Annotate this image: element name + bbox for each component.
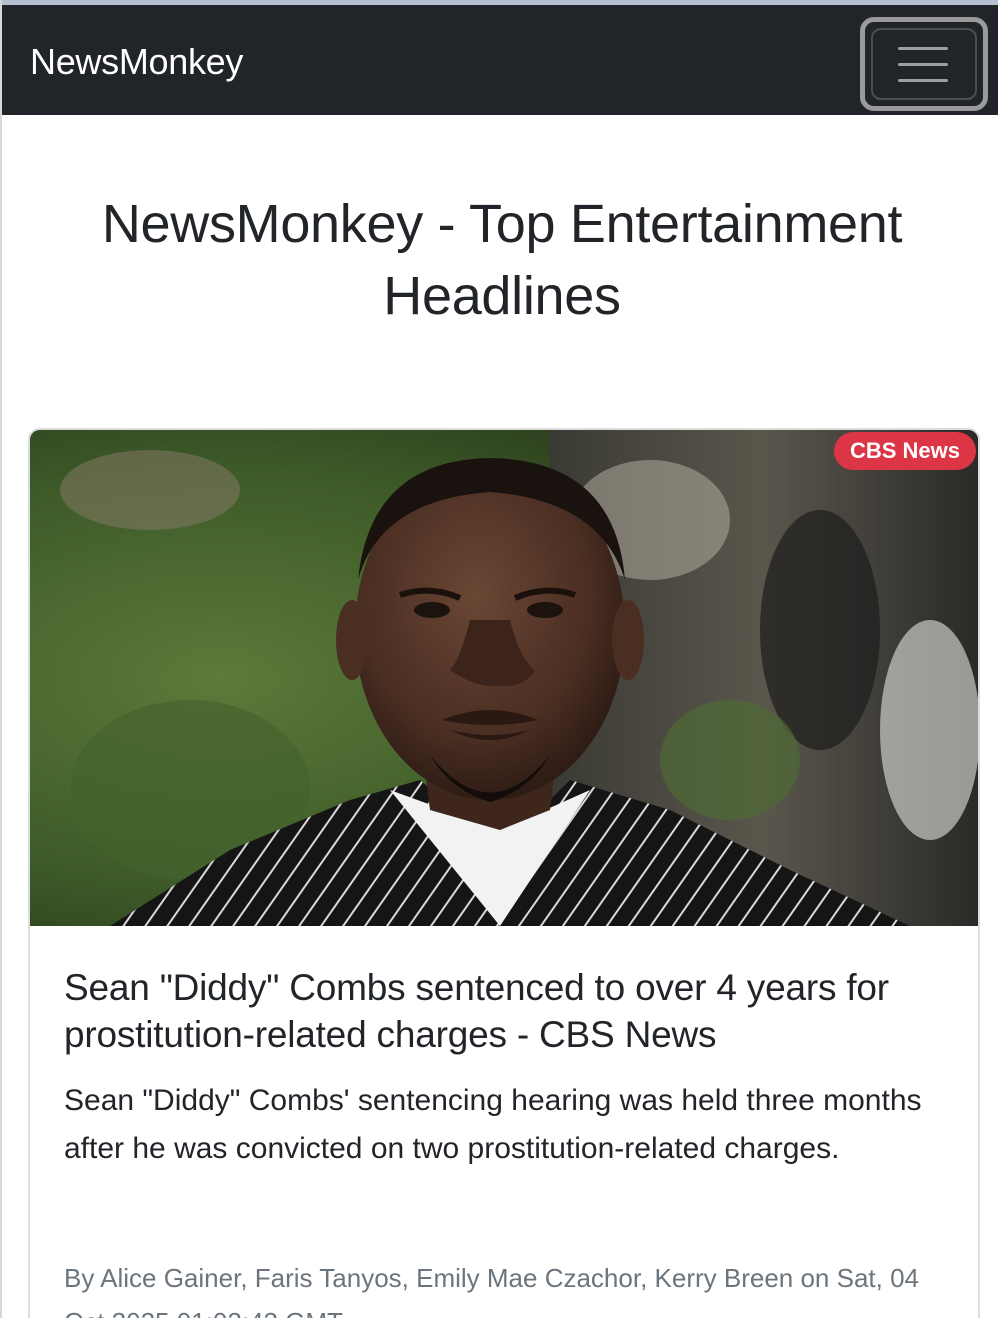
news-card-description: Sean "Diddy" Combs' sentencing hearing w…: [64, 1084, 922, 1165]
portrait-photo: [30, 430, 978, 926]
news-card[interactable]: CBS News Sean "Diddy" Combs sentenced to…: [28, 428, 980, 1318]
source-badge: CBS News: [833, 432, 976, 470]
news-card-meta: By Alice Gainer, Faris Tanyos, Emily Mae…: [64, 1263, 920, 1318]
navbar-toggler-button[interactable]: [860, 17, 988, 111]
browser-viewport: NewsMonkey NewsMonkey - Top Entertainmen…: [0, 0, 998, 1318]
navbar: NewsMonkey: [2, 5, 998, 115]
hamburger-menu-icon: [898, 63, 948, 66]
navbar-brand[interactable]: NewsMonkey: [30, 41, 243, 83]
news-card-image: CBS News: [30, 430, 978, 926]
hamburger-menu-icon: [898, 79, 948, 82]
page-title: NewsMonkey - Top Entertainment Headlines: [101, 194, 903, 326]
hamburger-menu-icon: [898, 47, 948, 50]
news-card-title: Sean "Diddy" Combs sentenced to over 4 y…: [64, 967, 889, 1055]
